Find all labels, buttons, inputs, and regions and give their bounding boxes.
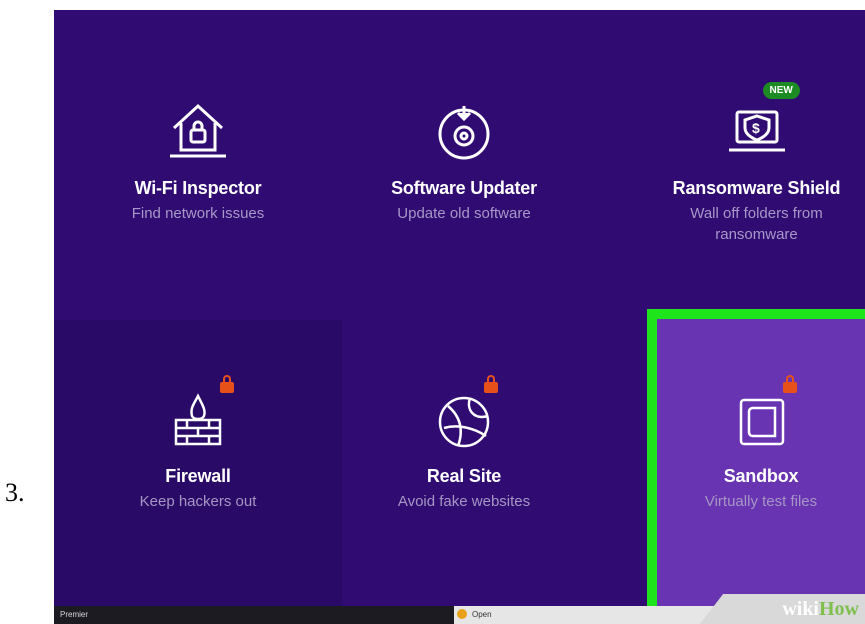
tile-desc: Update old software xyxy=(397,205,531,222)
open-button[interactable]: Open xyxy=(454,606,734,624)
step-number: 3. xyxy=(5,478,25,507)
sandbox-icon xyxy=(721,370,801,450)
tile-title: Ransomware Shield xyxy=(672,178,841,198)
firewall-icon xyxy=(158,370,238,450)
tile-title: Software Updater xyxy=(391,178,537,198)
disc-update-icon xyxy=(424,82,504,162)
tile-wifi-inspector[interactable]: Wi-Fi Inspector Find network issues xyxy=(88,82,308,224)
open-label: Open xyxy=(472,610,492,619)
tile-firewall[interactable]: Firewall Keep hackers out xyxy=(88,370,308,512)
tile-ransomware-shield[interactable]: $ NEW Ransomware Shield Wall off folders… xyxy=(644,82,865,245)
taskbar-label: Premier xyxy=(60,610,89,619)
watermark-how: How xyxy=(819,597,859,620)
tile-sandbox[interactable]: Sandbox Virtually test files xyxy=(647,370,865,512)
tile-title: Sandbox xyxy=(723,466,799,486)
lock-icon xyxy=(484,375,498,393)
tile-desc: Keep hackers out xyxy=(139,493,257,510)
wikihow-watermark: wiki How xyxy=(700,594,865,624)
watermark-wiki: wiki xyxy=(782,597,819,620)
tile-software-updater[interactable]: Software Updater Update old software xyxy=(354,82,574,224)
avast-feature-screen: Wi-Fi Inspector Find network issues Soft… xyxy=(54,10,865,624)
tile-title: Real Site xyxy=(426,466,502,486)
tile-desc: Avoid fake websites xyxy=(397,493,531,510)
new-badge: NEW xyxy=(762,82,800,99)
svg-text:$: $ xyxy=(752,120,760,136)
tile-title: Firewall xyxy=(165,466,231,486)
app-icon xyxy=(457,609,467,619)
lock-icon xyxy=(220,375,234,393)
tile-real-site[interactable]: Real Site Avoid fake websites xyxy=(354,370,574,512)
lock-icon xyxy=(783,375,797,393)
tile-desc: Virtually test files xyxy=(704,493,818,510)
globe-icon xyxy=(424,370,504,450)
tile-desc: Find network issues xyxy=(131,205,265,222)
laptop-shield-icon: $ NEW xyxy=(717,82,800,162)
tile-desc: Wall off folders from ransomware xyxy=(690,205,823,243)
house-lock-icon xyxy=(158,82,238,162)
tile-title: Wi-Fi Inspector xyxy=(134,178,262,198)
